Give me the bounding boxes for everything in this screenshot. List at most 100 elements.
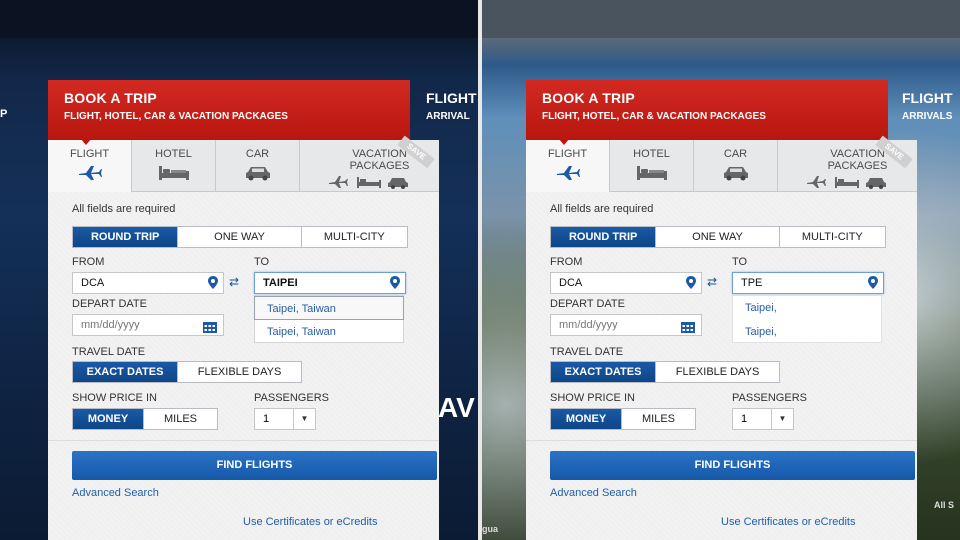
passengers-label: PASSENGERS [732, 392, 807, 404]
miles-option[interactable]: MILES [622, 409, 695, 429]
footer-fragment: gua [482, 524, 499, 534]
show-price-label: SHOW PRICE IN [72, 392, 157, 404]
trip-type-selector: ROUND TRIP ONE WAY MULTI-CITY [550, 226, 886, 248]
book-trip-subtitle: FLIGHT, HOTEL, CAR & VACATION PACKAGES [542, 111, 766, 122]
from-field[interactable]: DCA [72, 272, 224, 294]
top-bar [0, 0, 478, 38]
active-tab-marker [558, 138, 570, 145]
swap-airports-icon[interactable]: ⇄ [229, 275, 239, 289]
required-note: All fields are required [550, 203, 654, 215]
location-pin-icon[interactable] [868, 276, 878, 296]
plane-icon [526, 164, 609, 185]
tab-vacation-packages[interactable]: VACATION PACKAGES SAVE [778, 135, 917, 193]
tab-car-label: CAR [245, 148, 270, 160]
round-trip-option[interactable]: ROUND TRIP [551, 227, 657, 247]
use-certificates-link[interactable]: Use Certificates or eCredits [721, 516, 881, 528]
booking-form: FLIGHT HOTEL CAR VACATION PACKAGES SAVE [526, 135, 917, 540]
money-option[interactable]: MONEY [73, 409, 145, 429]
one-way-option[interactable]: ONE WAY [656, 227, 780, 247]
booking-tabs: FLIGHT HOTEL CAR VACATION PACKAGES SAVE [48, 135, 439, 192]
divider [526, 440, 917, 441]
trip-type-selector: ROUND TRIP ONE WAY MULTI-CITY [72, 226, 408, 248]
chevron-down-icon[interactable]: ▼ [771, 409, 793, 429]
nav-flight-status[interactable]: FLIGHT [426, 90, 477, 106]
to-field[interactable]: TAIPEI [254, 272, 406, 294]
from-field[interactable]: DCA [550, 272, 702, 294]
nav-fragment-left[interactable]: P [0, 108, 7, 120]
multi-city-option[interactable]: MULTI-CITY [302, 227, 407, 247]
booking-tabs: FLIGHT HOTEL CAR VACATION PACKAGES SAVE [526, 135, 917, 193]
passengers-select[interactable]: 1 ▼ [254, 408, 316, 430]
round-trip-option[interactable]: ROUND TRIP [73, 227, 179, 247]
tab-hotel-label: HOTEL [633, 148, 670, 160]
from-value: DCA [81, 277, 105, 289]
book-trip-title: BOOK A TRIP [542, 90, 635, 106]
swap-airports-icon[interactable]: ⇄ [707, 275, 717, 289]
tab-car[interactable]: CAR [216, 140, 300, 192]
price-type-selector: MONEY MILES [72, 408, 218, 430]
tab-flight[interactable]: FLIGHT [526, 138, 610, 192]
chevron-down-icon[interactable]: ▼ [293, 409, 315, 429]
from-label: FROM [72, 256, 105, 268]
bed-icon [132, 164, 215, 185]
from-value: DCA [559, 277, 583, 289]
advanced-search-link[interactable]: Advanced Search [72, 487, 159, 499]
money-option[interactable]: MONEY [551, 409, 623, 429]
calendar-icon[interactable] [681, 320, 695, 340]
suggestion-item[interactable]: Taipei, Taiwan [255, 320, 403, 344]
location-pin-icon[interactable] [208, 276, 218, 296]
book-trip-header[interactable]: BOOK A TRIP FLIGHT, HOTEL, CAR & VACATIO… [48, 80, 410, 140]
travel-date-label: TRAVEL DATE [72, 346, 146, 358]
to-value: TPE [741, 277, 763, 289]
location-pin-icon[interactable] [686, 276, 696, 296]
depart-date-label: DEPART DATE [550, 298, 625, 310]
book-trip-header[interactable]: BOOK A TRIP FLIGHT, HOTEL, CAR & VACATIO… [526, 80, 888, 140]
screenshot-panel-left: P FLIGHT ARRIVAL AV BOOK A TRIP FLIGHT, … [0, 0, 478, 540]
to-label: TO [254, 256, 270, 268]
exact-dates-option[interactable]: EXACT DATES [73, 362, 179, 382]
multi-city-option[interactable]: MULTI-CITY [780, 227, 885, 247]
booking-form: FLIGHT HOTEL CAR VACATION PACKAGES SAVE [48, 135, 439, 540]
screenshot-panel-right: FLIGHT ARRIVALS gua All S BOOK A TRIP FL… [482, 0, 960, 540]
tab-hotel[interactable]: HOTEL [610, 140, 694, 192]
travel-date-label: TRAVEL DATE [550, 346, 624, 358]
nav-flight-status[interactable]: FLIGHT [902, 90, 953, 106]
passengers-value: 1 [263, 413, 270, 425]
calendar-icon[interactable] [203, 320, 217, 340]
travel-date-selector: EXACT DATES FLEXIBLE DAYS [550, 361, 780, 383]
depart-date-field[interactable]: mm/dd/yyyy [72, 314, 224, 336]
vacation-icons [778, 174, 917, 193]
flexible-days-option[interactable]: FLEXIBLE DAYS [178, 362, 301, 382]
tab-vacation-packages[interactable]: VACATION PACKAGES SAVE [300, 135, 439, 192]
active-tab-marker [80, 138, 92, 145]
advanced-search-link[interactable]: Advanced Search [550, 487, 637, 499]
passengers-label: PASSENGERS [254, 392, 329, 404]
book-trip-subtitle: FLIGHT, HOTEL, CAR & VACATION PACKAGES [64, 111, 288, 122]
destination-suggestions: Taipei, Taipei, [732, 295, 882, 343]
to-field[interactable]: TPE [732, 272, 884, 294]
find-flights-button[interactable]: FIND FLIGHTS [72, 451, 437, 480]
price-type-selector: MONEY MILES [550, 408, 696, 430]
find-flights-button[interactable]: FIND FLIGHTS [550, 451, 915, 480]
car-icon [216, 164, 299, 185]
passengers-select[interactable]: 1 ▼ [732, 408, 794, 430]
tab-car[interactable]: CAR [694, 140, 778, 192]
exact-dates-option[interactable]: EXACT DATES [551, 362, 657, 382]
suggestion-item[interactable]: Taipei, Taiwan [254, 296, 404, 320]
to-value: TAIPEI [263, 277, 298, 289]
location-pin-icon[interactable] [390, 276, 400, 296]
suggestion-item[interactable]: Taipei, [733, 320, 881, 344]
book-trip-title: BOOK A TRIP [64, 90, 157, 106]
use-certificates-link[interactable]: Use Certificates or eCredits [243, 516, 403, 528]
tab-flight[interactable]: FLIGHT [48, 138, 132, 192]
footer-fragment-right: All S [934, 500, 955, 510]
show-price-label: SHOW PRICE IN [550, 392, 635, 404]
suggestion-item[interactable]: Taipei, [733, 296, 881, 320]
background-promo-text: AV [438, 392, 475, 423]
depart-date-field[interactable]: mm/dd/yyyy [550, 314, 702, 336]
tab-hotel[interactable]: HOTEL [132, 140, 216, 192]
one-way-option[interactable]: ONE WAY [178, 227, 302, 247]
tab-hotel-label: HOTEL [155, 148, 192, 160]
flexible-days-option[interactable]: FLEXIBLE DAYS [656, 362, 779, 382]
miles-option[interactable]: MILES [144, 409, 217, 429]
